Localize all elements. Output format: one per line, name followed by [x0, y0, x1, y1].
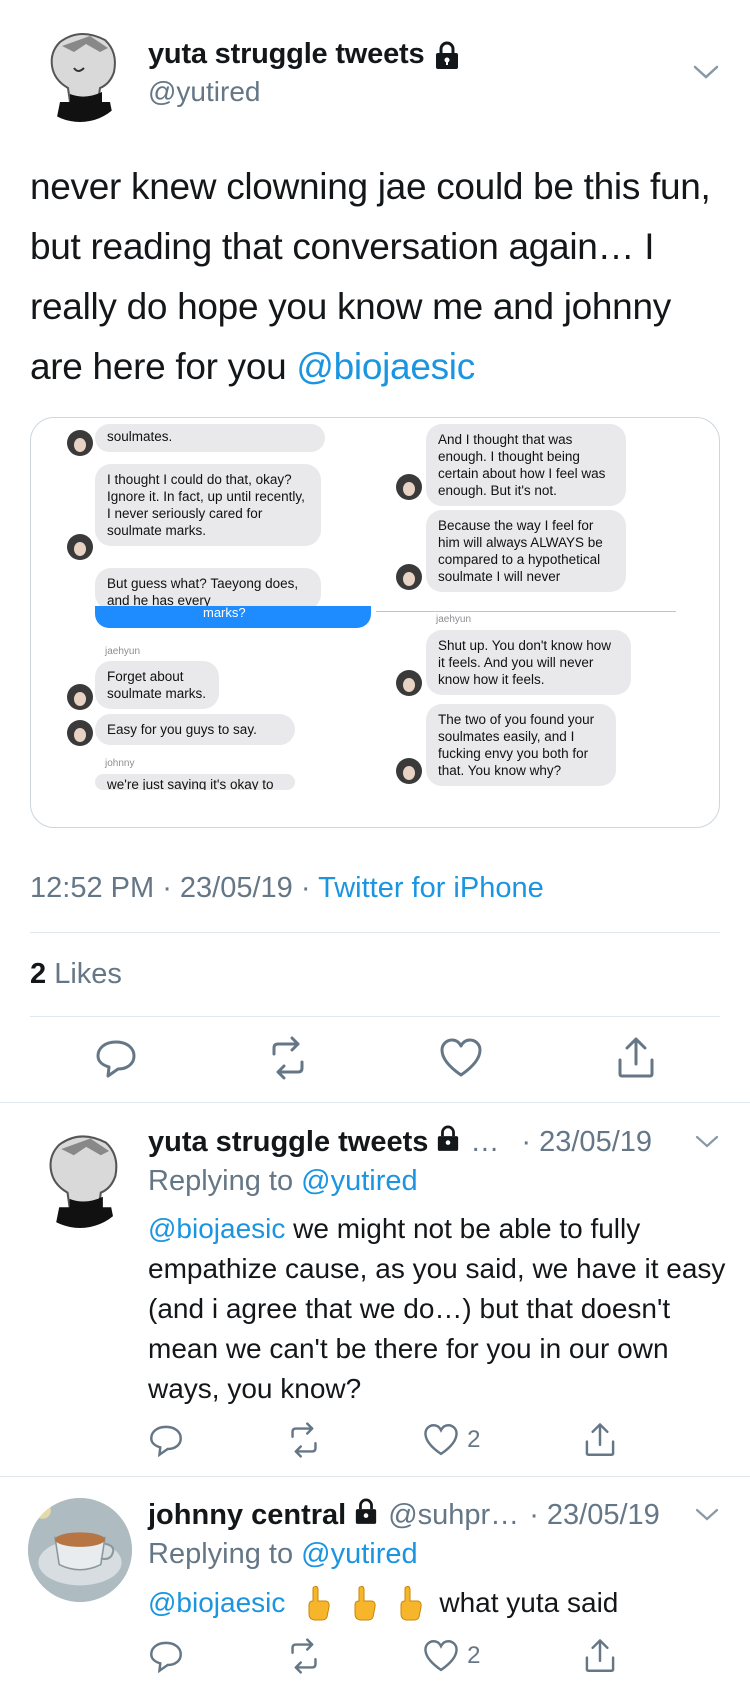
contact-avatar: [396, 758, 422, 784]
like-icon[interactable]: [423, 1422, 459, 1458]
tweet-source[interactable]: Twitter for iPhone: [318, 872, 544, 904]
avatar[interactable]: [28, 1498, 132, 1602]
likes-count[interactable]: 2 Likes: [30, 958, 122, 991]
likes-number: 2: [30, 958, 47, 990]
retweet-icon[interactable]: [286, 1422, 322, 1458]
replying-to: Replying to @yutired: [148, 1538, 418, 1571]
reply-body: what yuta said: [439, 1587, 619, 1618]
divider: [30, 932, 720, 933]
reply-icon[interactable]: [148, 1422, 184, 1458]
like-icon[interactable]: [439, 1036, 483, 1080]
like-icon[interactable]: [423, 1638, 459, 1674]
share-icon[interactable]: [614, 1036, 658, 1080]
divider: [30, 1016, 720, 1017]
avatar[interactable]: [30, 22, 130, 122]
point-up-emoji: [350, 1585, 378, 1621]
contact-avatar: [67, 720, 93, 746]
share-icon[interactable]: [582, 1638, 618, 1674]
contact-avatar: [67, 534, 93, 560]
reply-text: @biojaesic we might not be able to fully…: [148, 1209, 728, 1409]
reply-header: yuta struggle tweets … · 23/05/19: [148, 1124, 652, 1160]
retweet-icon[interactable]: [286, 1638, 322, 1674]
replying-label: Replying to: [148, 1165, 302, 1197]
tweet-meta: 12:52 PM · 23/05/19 · Twitter for iPhone: [30, 872, 544, 905]
divider: [0, 1476, 750, 1477]
sender-name: jaehyun: [436, 614, 472, 625]
chat-bubble: And I thought that was enough. I thought…: [426, 424, 626, 506]
display-name[interactable]: johnny central: [148, 1499, 346, 1532]
like-count: 2: [467, 1426, 481, 1453]
contact-avatar: [396, 474, 422, 500]
lock-icon: [354, 1497, 378, 1533]
chat-bubble-sent: marks?: [95, 606, 371, 628]
chat-bubble: I thought I could do that, okay? Ignore …: [95, 464, 321, 546]
chat-bubble: Shut up. You don't know how it feels. An…: [426, 630, 631, 695]
share-button[interactable]: [582, 1638, 618, 1674]
chevron-down-icon[interactable]: [694, 1133, 720, 1151]
replying-to: Replying to @yutired: [148, 1165, 418, 1198]
retweet-button[interactable]: [286, 1638, 322, 1674]
retweet-button[interactable]: [286, 1422, 322, 1458]
tweet-image[interactable]: soulmates. I thought I could do that, ok…: [30, 417, 720, 828]
share-button[interactable]: [582, 1422, 618, 1458]
retweet-icon[interactable]: [266, 1036, 310, 1080]
replying-handle[interactable]: @yutired: [301, 1165, 417, 1197]
tweet-text: never knew clowning jae could be this fu…: [30, 157, 730, 397]
chevron-down-icon[interactable]: [692, 62, 720, 82]
reply-actions: 2: [148, 1422, 618, 1458]
contact-avatar: [67, 430, 93, 456]
point-up-emoji: [396, 1585, 424, 1621]
contact-avatar: [67, 684, 93, 710]
handle[interactable]: @yutired: [148, 76, 260, 108]
contact-avatar: [396, 564, 422, 590]
chevron-down-icon[interactable]: [694, 1506, 720, 1524]
display-name[interactable]: yuta struggle tweets: [148, 1126, 428, 1159]
name-truncation: …: [470, 1125, 500, 1158]
chat-bubble: Forget about soulmate marks.: [95, 661, 219, 709]
lock-icon: [436, 1124, 460, 1160]
reply-date[interactable]: · 23/05/19: [521, 1126, 652, 1159]
chat-bubble: But guess what? Taeyong does, and he has…: [95, 568, 321, 610]
display-name-text[interactable]: yuta struggle tweets: [148, 38, 425, 71]
reply-header: johnny central @suhpr… · 23/05/19: [148, 1497, 660, 1533]
contact-avatar: [396, 670, 422, 696]
meta-separator: ·: [300, 872, 319, 904]
point-up-emoji: [304, 1585, 332, 1621]
chat-bubble: soulmates.: [95, 424, 325, 452]
reply-button[interactable]: [148, 1638, 184, 1674]
chat-bubble: Easy for you guys to say.: [95, 714, 295, 745]
like-button[interactable]: 2: [423, 1422, 480, 1458]
divider: [0, 1102, 750, 1103]
likes-label: Likes: [54, 958, 122, 990]
meta-separator: ·: [162, 872, 180, 904]
replying-handle[interactable]: @yutired: [301, 1538, 417, 1570]
chat-bubble: The two of you found your soulmates easi…: [426, 704, 616, 786]
avatar[interactable]: [28, 1124, 132, 1228]
reply-icon[interactable]: [148, 1638, 184, 1674]
tweet-time[interactable]: 12:52 PM: [30, 872, 154, 904]
mention-link[interactable]: @biojaesic: [148, 1583, 285, 1623]
reply-date[interactable]: · 23/05/19: [529, 1499, 660, 1532]
lock-icon: [434, 40, 460, 70]
like-count: 2: [467, 1642, 481, 1669]
display-name[interactable]: yuta struggle tweets: [148, 38, 460, 71]
sender-name: johnny: [105, 758, 135, 769]
share-icon[interactable]: [582, 1422, 618, 1458]
like-button[interactable]: 2: [423, 1638, 480, 1674]
handle[interactable]: @suhpr…: [388, 1499, 519, 1532]
chat-bubble: we're just saying it's okay to: [95, 774, 295, 790]
chat-bubble: Because the way I feel for him will alwa…: [426, 510, 626, 592]
sender-name: jaehyun: [105, 646, 141, 657]
reply-button[interactable]: [148, 1422, 184, 1458]
replying-label: Replying to: [148, 1538, 302, 1570]
reply-actions: 2: [148, 1638, 618, 1674]
tweet-date[interactable]: 23/05/19: [180, 872, 293, 904]
mention-link[interactable]: @biojaesic: [296, 346, 475, 387]
reply-icon[interactable]: [94, 1036, 138, 1080]
mention-link[interactable]: @biojaesic: [148, 1213, 285, 1244]
reply-text: @biojaesic what yuta said: [148, 1583, 728, 1623]
